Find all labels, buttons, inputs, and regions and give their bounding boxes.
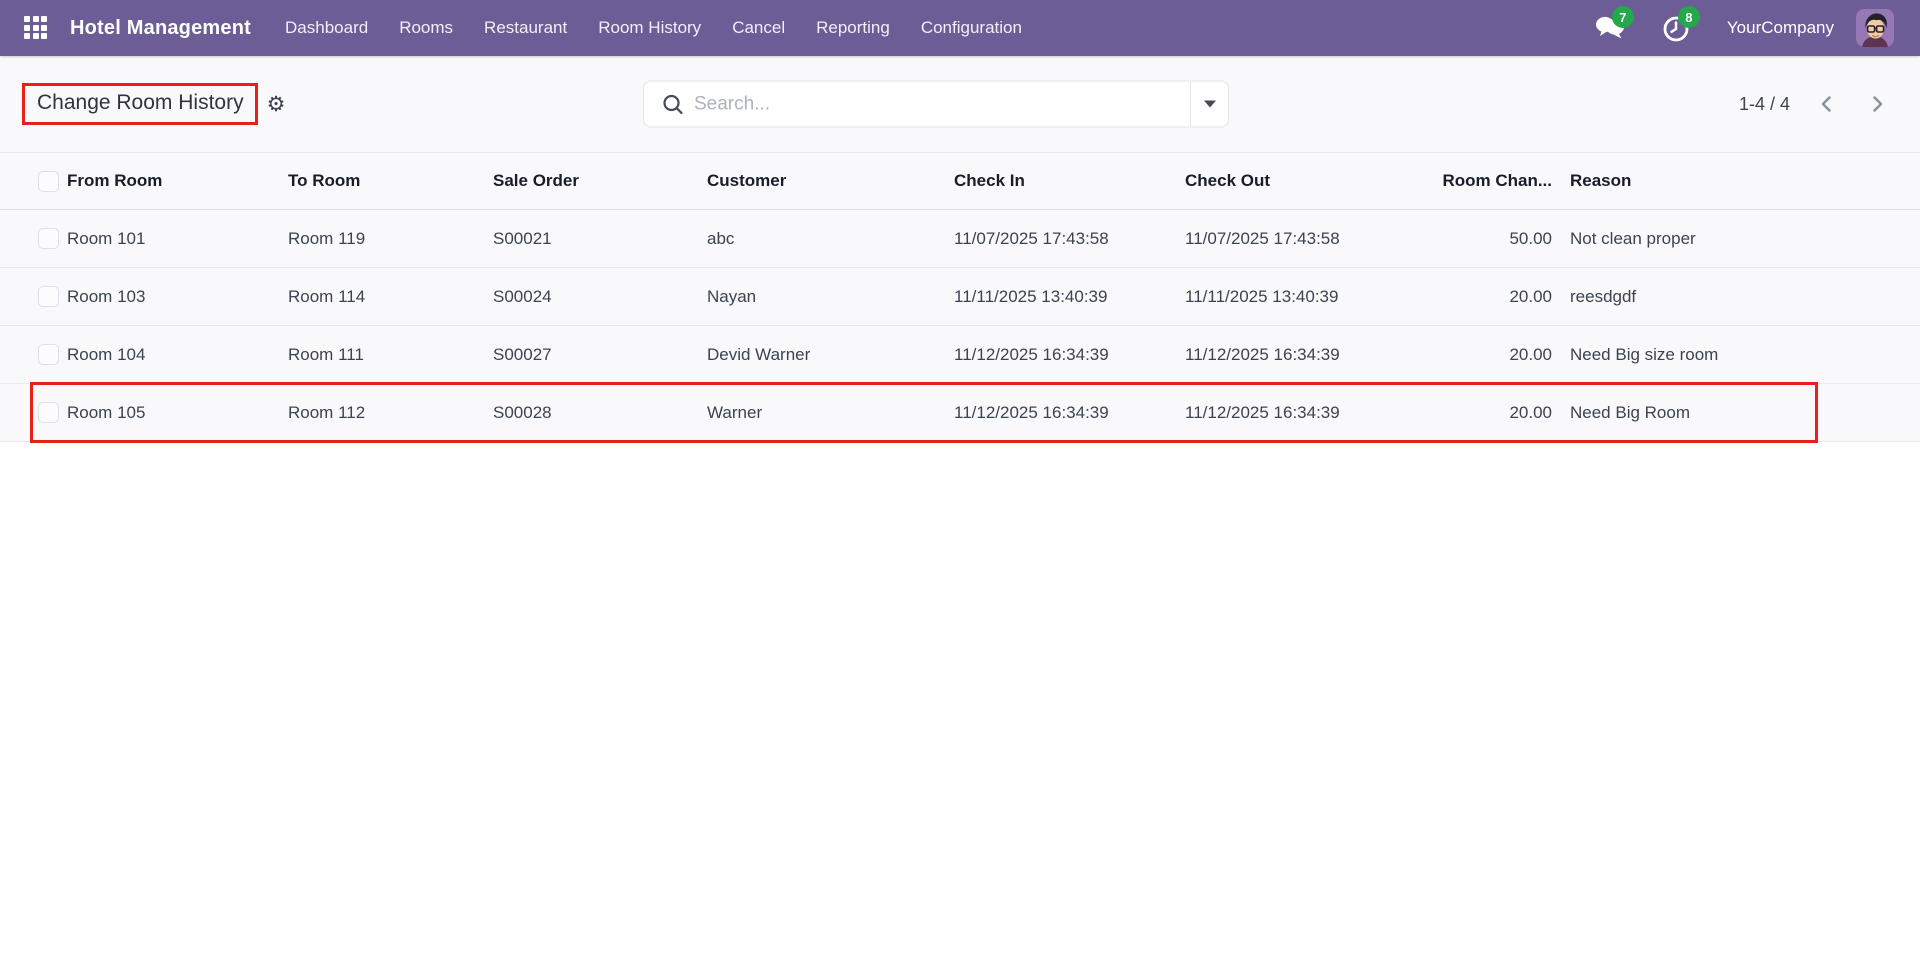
table-header-row: From Room To Room Sale Order Customer Ch…	[0, 152, 1920, 210]
cell-room-charge: 20.00	[1417, 384, 1556, 441]
nav-item-cancel[interactable]: Cancel	[732, 0, 785, 56]
pager-next-button[interactable]	[1864, 91, 1890, 117]
top-navbar: Hotel Management Dashboard Rooms Restaur…	[0, 0, 1920, 56]
pager: 1-4 / 4	[1739, 91, 1890, 117]
row-checkbox[interactable]	[38, 344, 59, 365]
row-checkbox[interactable]	[38, 402, 59, 423]
cell-sale-order: S00027	[493, 326, 707, 383]
select-all-checkbox[interactable]	[38, 171, 59, 192]
annotation-breadcrumb-box: Change Room History	[22, 83, 258, 125]
cell-check-in: 11/11/2025 13:40:39	[954, 268, 1185, 325]
cell-reason: Need Big size room	[1556, 326, 1920, 383]
search-bar	[643, 81, 1229, 128]
chevron-down-icon	[1204, 101, 1216, 108]
main-menu: Dashboard Rooms Restaurant Room History …	[285, 0, 1022, 56]
column-header-check-out[interactable]: Check Out	[1185, 153, 1417, 209]
search-dropdown-toggle[interactable]	[1190, 82, 1228, 127]
user-avatar[interactable]	[1856, 9, 1894, 47]
breadcrumb-title[interactable]: Change Room History	[37, 91, 244, 114]
cell-check-out: 11/07/2025 17:43:58	[1185, 210, 1417, 267]
cell-reason: reesdgdf	[1556, 268, 1920, 325]
cell-reason: Not clean proper	[1556, 210, 1920, 267]
control-panel: Change Room History ⚙ 1-4 / 4	[0, 56, 1920, 152]
cell-customer: abc	[707, 210, 954, 267]
table-row[interactable]: Room 105Room 112S00028Warner11/12/2025 1…	[0, 384, 1920, 442]
column-header-room-charge[interactable]: Room Chan...	[1417, 153, 1556, 209]
cell-check-in: 11/12/2025 16:34:39	[954, 384, 1185, 441]
activities-badge: 8	[1678, 6, 1700, 28]
company-switcher[interactable]: YourCompany	[1727, 18, 1834, 38]
chevron-right-icon	[1866, 93, 1888, 115]
topbar-right: 7 8 YourCompany	[1595, 9, 1894, 47]
cell-check-in: 11/07/2025 17:43:58	[954, 210, 1185, 267]
cell-check-in: 11/12/2025 16:34:39	[954, 326, 1185, 383]
column-header-reason[interactable]: Reason	[1556, 153, 1920, 209]
nav-item-restaurant[interactable]: Restaurant	[484, 0, 567, 56]
cell-to-room: Room 114	[288, 268, 493, 325]
cell-room-charge: 20.00	[1417, 268, 1556, 325]
gear-icon[interactable]: ⚙	[267, 94, 286, 115]
pager-range: 1-4 / 4	[1739, 94, 1790, 115]
activities-icon[interactable]: 8	[1661, 11, 1705, 45]
column-header-sale-order[interactable]: Sale Order	[493, 153, 707, 209]
cell-to-room: Room 112	[288, 384, 493, 441]
messages-badge: 7	[1612, 6, 1634, 28]
column-header-from-room[interactable]: From Room	[67, 153, 288, 209]
nav-item-reporting[interactable]: Reporting	[816, 0, 890, 56]
messages-icon[interactable]: 7	[1595, 11, 1639, 45]
cell-customer: Devid Warner	[707, 326, 954, 383]
pager-previous-button[interactable]	[1814, 91, 1840, 117]
row-checkbox[interactable]	[38, 286, 59, 307]
search-icon	[662, 93, 684, 115]
column-header-check-in[interactable]: Check In	[954, 153, 1185, 209]
cell-from-room: Room 104	[67, 326, 288, 383]
cell-sale-order: S00021	[493, 210, 707, 267]
table-row[interactable]: Room 104Room 111S00027Devid Warner11/12/…	[0, 326, 1920, 384]
cell-from-room: Room 101	[67, 210, 288, 267]
cell-check-out: 11/12/2025 16:34:39	[1185, 326, 1417, 383]
row-checkbox[interactable]	[38, 228, 59, 249]
cell-room-charge: 50.00	[1417, 210, 1556, 267]
nav-item-dashboard[interactable]: Dashboard	[285, 0, 368, 56]
chevron-left-icon	[1816, 93, 1838, 115]
cell-to-room: Room 119	[288, 210, 493, 267]
cell-room-charge: 20.00	[1417, 326, 1556, 383]
room-history-list: From Room To Room Sale Order Customer Ch…	[0, 152, 1920, 442]
cell-check-out: 11/11/2025 13:40:39	[1185, 268, 1417, 325]
cell-reason: Need Big Room	[1556, 384, 1920, 441]
cell-to-room: Room 111	[288, 326, 493, 383]
table-row[interactable]: Room 101Room 119S00021abc11/07/2025 17:4…	[0, 210, 1920, 268]
nav-item-configuration[interactable]: Configuration	[921, 0, 1022, 56]
table-body: Room 101Room 119S00021abc11/07/2025 17:4…	[0, 210, 1920, 442]
cell-customer: Nayan	[707, 268, 954, 325]
cell-sale-order: S00028	[493, 384, 707, 441]
column-header-customer[interactable]: Customer	[707, 153, 954, 209]
avatar-image	[1856, 9, 1894, 47]
cell-from-room: Room 103	[67, 268, 288, 325]
nav-item-rooms[interactable]: Rooms	[399, 0, 453, 56]
app-name[interactable]: Hotel Management	[70, 17, 251, 40]
cell-from-room: Room 105	[67, 384, 288, 441]
cell-customer: Warner	[707, 384, 954, 441]
nav-item-room-history[interactable]: Room History	[598, 0, 701, 56]
apps-menu-icon[interactable]	[24, 16, 48, 40]
cell-check-out: 11/12/2025 16:34:39	[1185, 384, 1417, 441]
cell-sale-order: S00024	[493, 268, 707, 325]
table-row[interactable]: Room 103Room 114S00024Nayan11/11/2025 13…	[0, 268, 1920, 326]
search-input[interactable]	[684, 93, 1190, 115]
search-left	[644, 82, 1190, 127]
column-header-to-room[interactable]: To Room	[288, 153, 493, 209]
